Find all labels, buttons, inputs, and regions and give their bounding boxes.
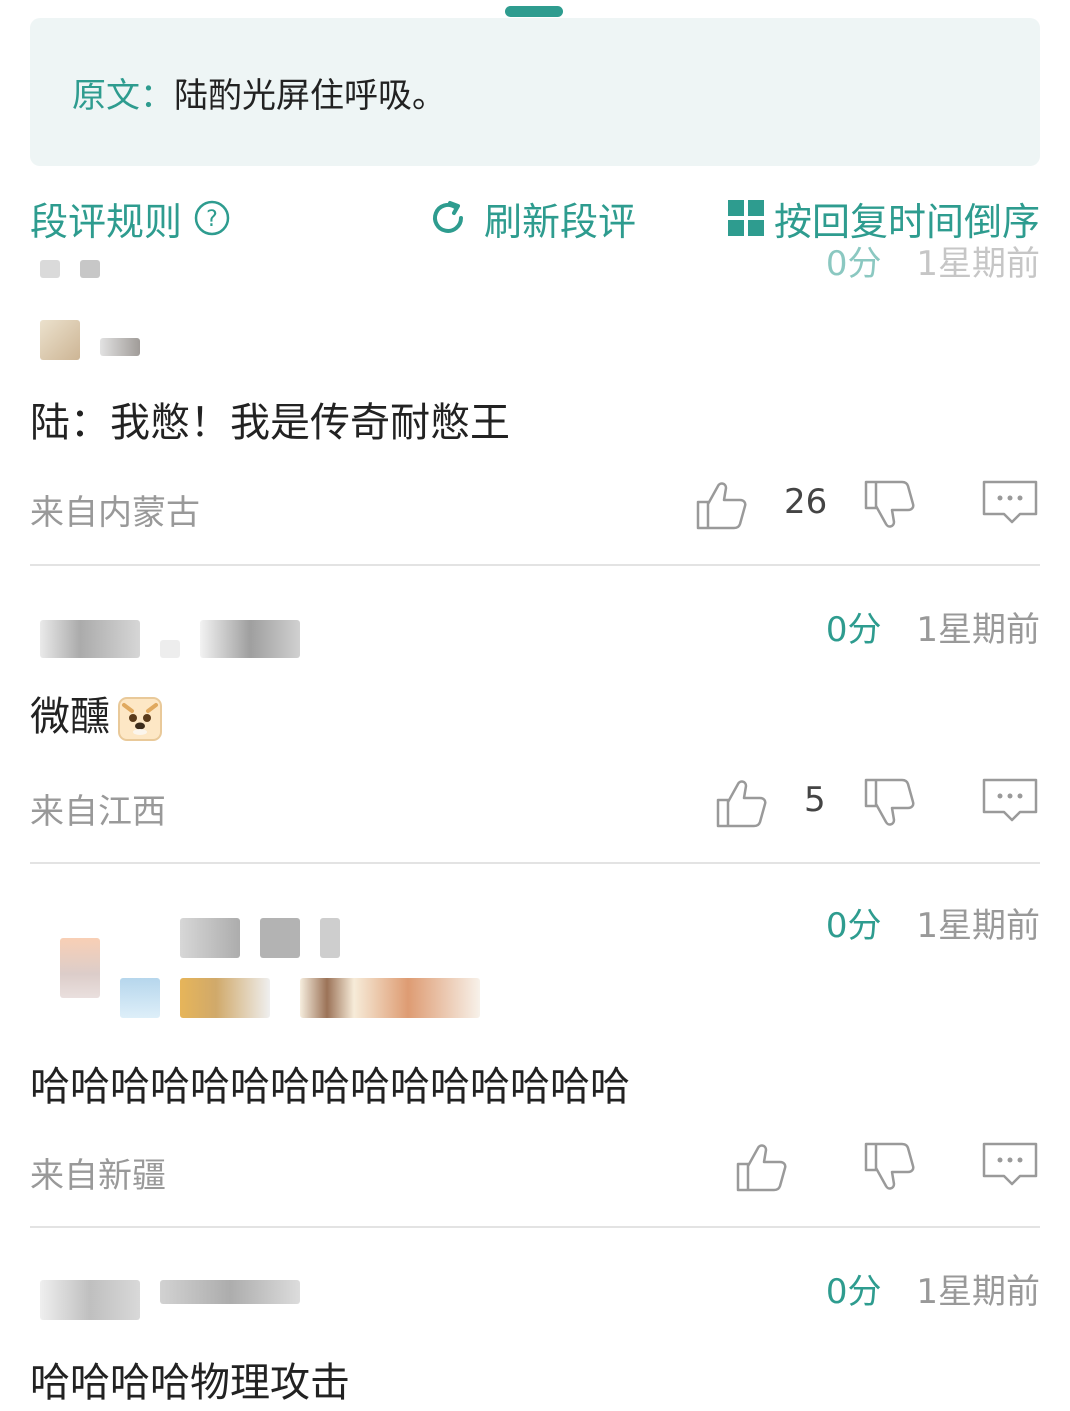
comment-text-row: 微醺 [30,684,162,742]
user-badge-blurred [100,338,140,356]
help-icon: ? [194,200,230,236]
comment-score: 0分 [825,244,882,284]
comment-score: 0分 [825,906,882,946]
reply-icon[interactable] [980,1140,1040,1188]
user-badge-blurred [180,978,270,1018]
original-quote: 原文： 陆酌光屏住呼吸。 [30,18,1040,166]
avatar-blurred [60,938,100,998]
username-blurred [160,1280,300,1304]
comment-panel: 原文： 陆酌光屏住呼吸。 段评规则 ? 刷新段评 按回复时间倒序 0分 1星期前… [0,0,1070,1411]
dislike-icon[interactable] [862,1140,918,1194]
comment-score: 0分 [825,610,882,650]
svg-text:?: ? [206,207,218,232]
dislike-icon[interactable] [862,776,918,830]
comment-meta: 0分 1星期前 [826,898,1040,947]
like-icon[interactable] [734,1140,790,1194]
comment-actions [680,1140,1040,1196]
username-blurred [40,1280,140,1320]
comment-text: 陆：我憋！我是传奇耐憋王 [30,400,510,446]
like-icon[interactable] [714,776,770,830]
comment-location: 来自新疆 [30,1156,166,1196]
username-blurred [260,918,300,958]
user-badge-blurred [120,978,160,1018]
comment-time: 1星期前 [916,244,1040,284]
comment-time: 1星期前 [916,1272,1040,1312]
comment-actions: 5 [680,776,1040,832]
refresh-label: 刷新段评 [484,199,637,244]
comment-item: 0分 1星期前 哈哈哈哈哈哈哈哈哈哈哈哈哈哈哈 来自新疆 [30,864,1040,1226]
rules-label: 段评规则 [30,199,183,244]
comment-text: 哈哈哈哈哈哈哈哈哈哈哈哈哈哈哈 [30,1064,630,1110]
like-count: 26 [784,482,828,522]
reply-icon[interactable] [980,478,1040,526]
comment-meta: 0分 1星期前 [826,236,1040,285]
comment-time: 1星期前 [916,610,1040,650]
refresh-button[interactable]: 刷新段评 [428,190,636,246]
user-badge-blurred [300,978,480,1018]
refresh-icon [433,201,463,233]
comment-time: 1星期前 [916,906,1040,946]
comment-text: 哈哈哈哈物理攻击 [30,1360,350,1406]
reply-icon[interactable] [980,776,1040,824]
username-blurred [320,918,340,958]
like-count: 5 [804,780,826,820]
username-blurred [180,918,240,958]
comment-item: 0分 1星期前 陆：我憋！我是传奇耐憋王 来自内蒙古 26 [30,244,1040,560]
username-blurred [80,260,100,278]
comment-location: 来自江西 [30,792,166,832]
like-icon[interactable] [694,478,750,532]
rules-button[interactable]: 段评规则 ? [30,190,230,246]
comment-item: 0分 1星期前 哈哈哈哈物理攻击 [30,1228,1040,1411]
username-blurred [40,260,60,278]
comment-actions: 26 [680,478,1040,534]
username-blurred [160,640,180,658]
comment-location: 来自内蒙古 [30,493,200,533]
comment-item: 0分 1星期前 微醺 来自江西 5 [30,566,1040,862]
comment-score: 0分 [825,1272,882,1312]
sort-grid-icon [727,200,764,236]
quote-text: 陆酌光屏住呼吸。 [174,75,446,116]
drag-handle[interactable] [505,6,563,17]
dislike-icon[interactable] [862,478,918,532]
username-blurred [200,620,300,658]
dog-face-emoji [118,697,162,741]
comment-meta: 0分 1星期前 [826,1264,1040,1313]
user-badge-blurred [40,320,80,360]
username-blurred [40,620,140,658]
comment-meta: 0分 1星期前 [826,602,1040,651]
comment-text: 微醺 [30,694,110,740]
quote-label: 原文： [72,75,174,116]
